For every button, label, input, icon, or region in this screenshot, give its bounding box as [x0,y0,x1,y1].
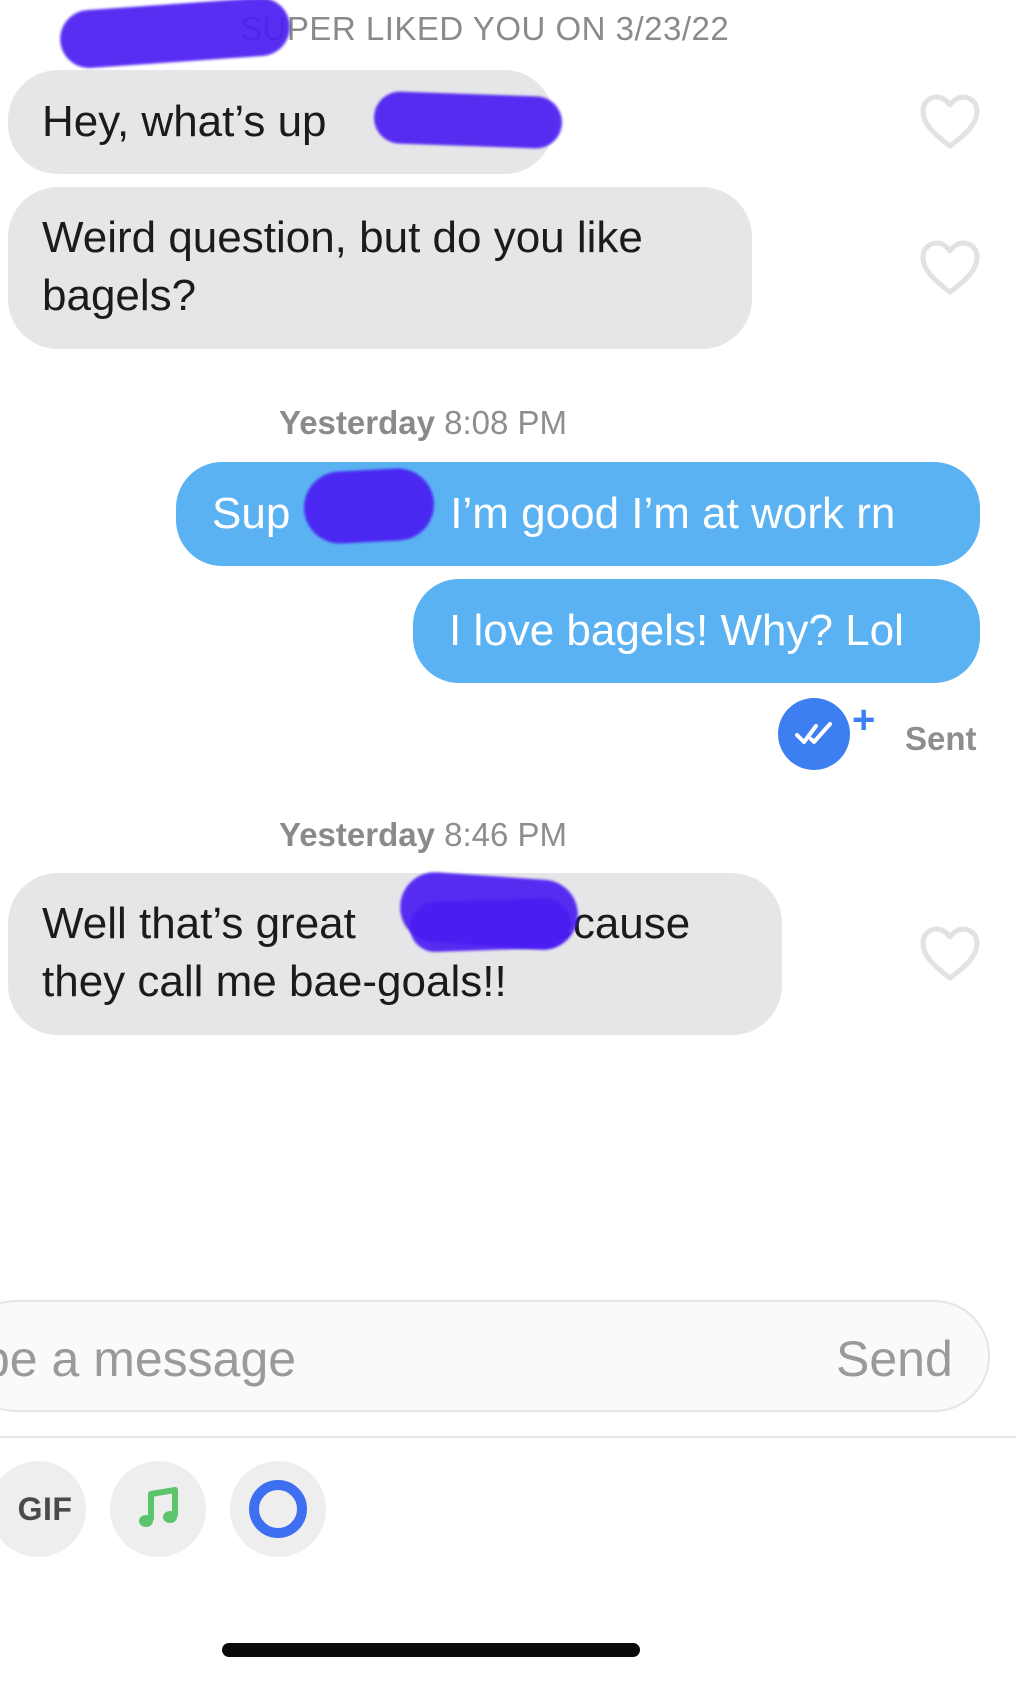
timestamp-day: Yesterday [279,404,435,441]
timestamp-time: 8:08 PM [444,404,568,441]
redaction [58,0,292,70]
timestamp-day: Yesterday [279,816,435,853]
heart-icon[interactable] [920,94,980,150]
home-indicator [222,1643,640,1657]
redaction [373,90,563,150]
music-note-icon [139,1487,178,1527]
message-text: Hey, what’s up [42,97,327,146]
message-text-prefix: Sup [212,489,291,538]
message-text-suffix: I’m good I’m at work rn [450,489,896,538]
super-like-note: SUPER LIKED YOU ON 3/23/22 [240,10,730,47]
message-line: Weird question, but do you like [42,213,643,262]
gif-button[interactable]: GIF [0,1461,86,1557]
timestamp-time: 8:46 PM [444,816,568,853]
sent-status: Sent [905,720,977,757]
divider [0,1436,1016,1438]
heart-icon[interactable] [920,240,980,296]
message-line: bagels? [42,271,197,320]
redaction [302,466,436,546]
loop-button[interactable] [230,1461,326,1557]
message-timestamp: Yesterday 8:46 PM [279,816,567,854]
heart-icon[interactable] [920,926,980,982]
ring-icon [249,1480,307,1538]
outgoing-message[interactable]: Sup I’m good I’m at work rn [176,462,980,566]
message-text: I love bagels! Why? Lol [449,606,904,655]
message-text-prefix: Well that’s great [42,899,356,948]
gif-label: GIF [17,1490,73,1527]
outgoing-message[interactable]: I love bagels! Why? Lol [413,579,980,683]
incoming-message[interactable]: Well that’s great because they call me b… [8,873,782,1035]
incoming-message[interactable]: Weird question, but do you like bagels? [8,187,752,349]
redaction [409,897,571,953]
send-button[interactable]: Send [836,1330,953,1388]
message-line: they call me bae-goals!! [42,957,507,1006]
music-button[interactable] [110,1461,206,1557]
message-timestamp: Yesterday 8:08 PM [279,404,567,442]
plus-icon[interactable]: + [852,700,875,740]
read-receipt-icon [778,698,850,770]
message-input-placeholder: pe a message [0,1331,297,1387]
